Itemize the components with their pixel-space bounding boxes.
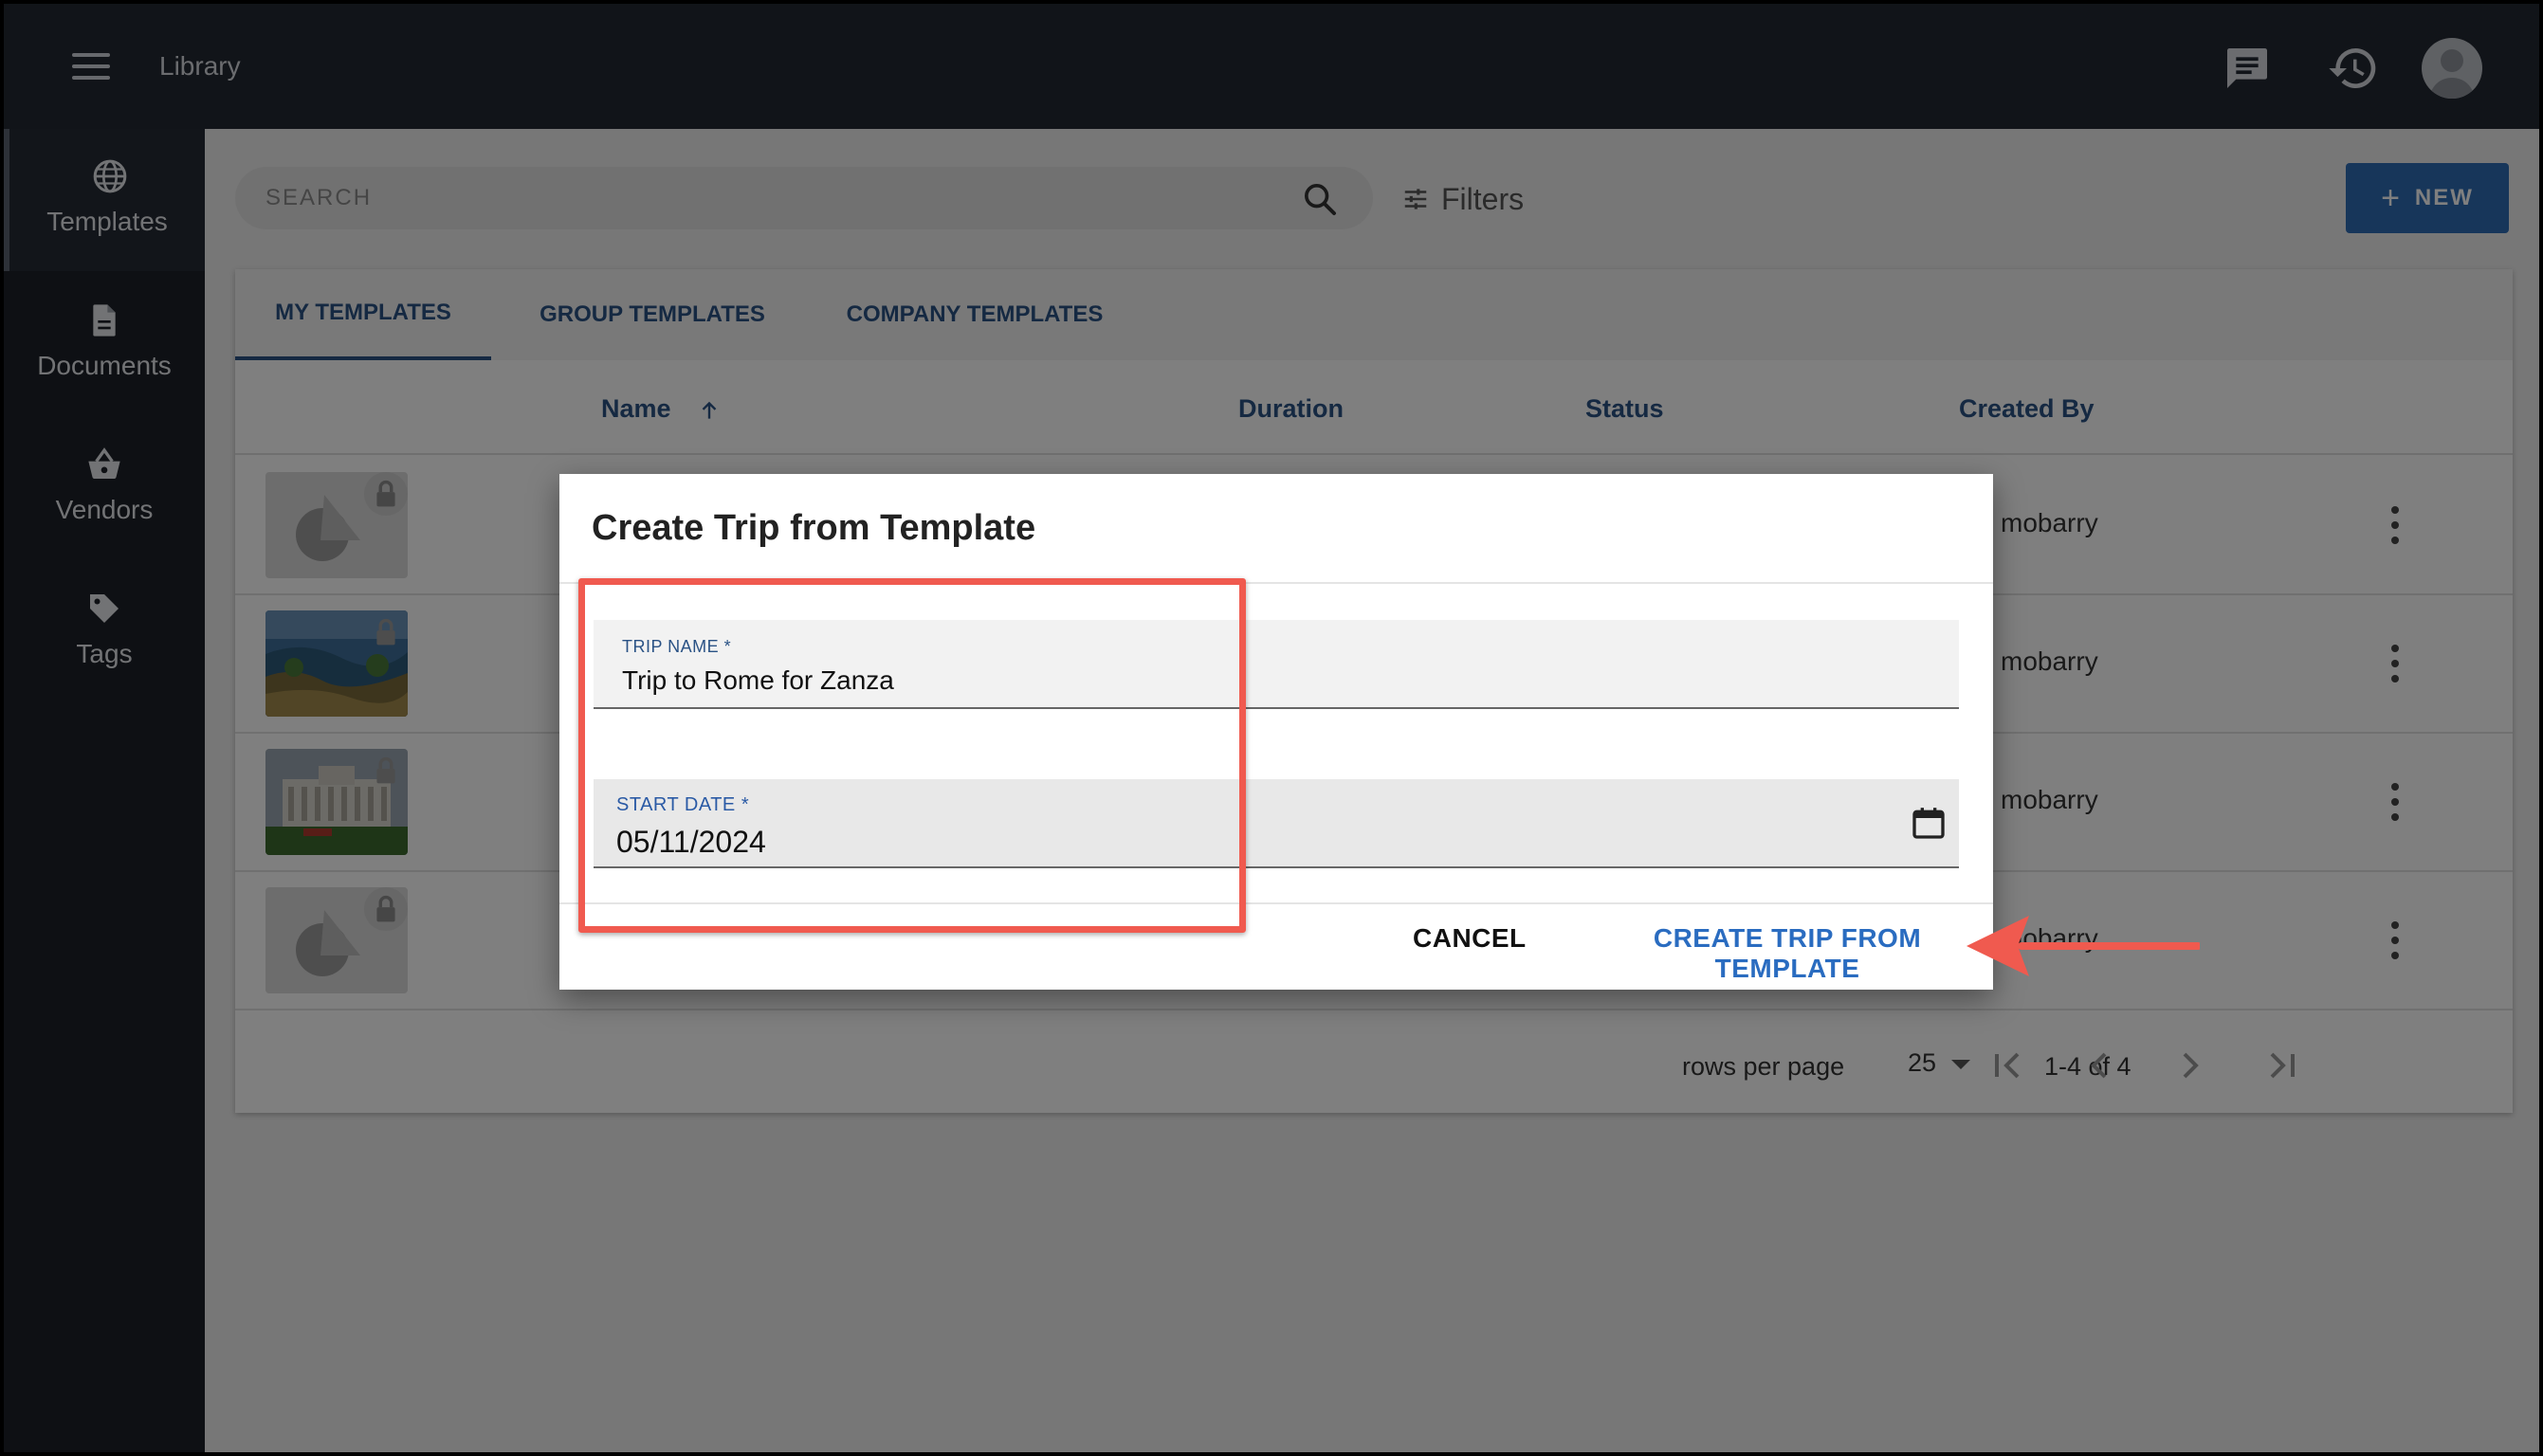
cancel-button[interactable]: CANCEL xyxy=(1413,923,1527,954)
annotation-arrow-icon xyxy=(1967,916,2200,976)
app-window: Library Templat xyxy=(0,0,2543,1456)
dialog-title: Create Trip from Template xyxy=(592,508,1036,548)
calendar-icon[interactable] xyxy=(1910,802,1948,844)
create-trip-from-template-button[interactable]: CREATE TRIP FROM TEMPLATE xyxy=(1582,923,1993,984)
annotation-highlight-box xyxy=(578,578,1246,933)
